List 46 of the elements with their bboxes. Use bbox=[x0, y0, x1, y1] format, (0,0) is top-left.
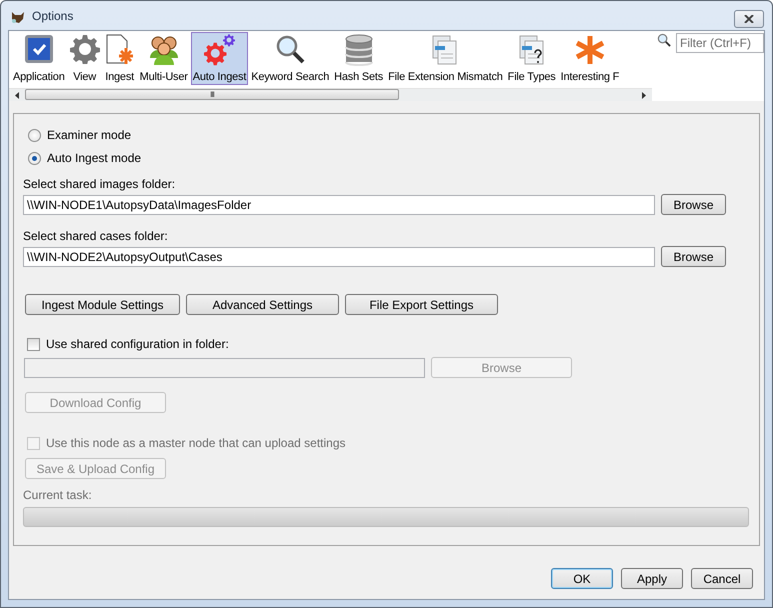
field-label: Select shared images folder: bbox=[23, 177, 176, 191]
folder-field[interactable]: \\WIN-NODE2\AutopsyOutput\Cases bbox=[23, 246, 655, 266]
scroll-right-icon[interactable] bbox=[642, 92, 646, 98]
browse-button[interactable]: Browse bbox=[661, 194, 726, 215]
category-tab[interactable]: Application bbox=[11, 32, 67, 85]
folder-field[interactable]: \\WIN-NODE1\AutopsyData\ImagesFolder bbox=[23, 194, 655, 214]
dialog-button[interactable]: Apply bbox=[621, 568, 683, 589]
checkbox-label: Use this node as a master node that can upload settings bbox=[46, 436, 346, 450]
settings-button[interactable]: Advanced Settings bbox=[186, 294, 339, 315]
scroll-left-icon[interactable] bbox=[15, 92, 19, 98]
checkbox-monitor-icon bbox=[24, 34, 54, 64]
task-label: Current task: bbox=[23, 488, 92, 502]
settings-button[interactable]: Ingest Module Settings bbox=[25, 294, 180, 315]
field-label: Select shared cases folder: bbox=[23, 229, 168, 243]
category-tab[interactable]: Auto Ingest bbox=[190, 32, 248, 85]
settings-button[interactable]: File Export Settings bbox=[345, 294, 498, 315]
radio-label: Examiner mode bbox=[47, 128, 132, 142]
category-tab[interactable]: Multi-User bbox=[138, 32, 190, 85]
window-title: Options bbox=[32, 8, 74, 22]
filter-field[interactable]: Filter (Ctrl+F) bbox=[676, 33, 764, 53]
search-icon bbox=[275, 34, 306, 64]
checkbox-label: Use shared configuration in folder: bbox=[46, 337, 229, 351]
radio-button[interactable] bbox=[28, 152, 41, 164]
close-button[interactable] bbox=[734, 10, 764, 28]
dialog-button[interactable]: OK bbox=[551, 568, 613, 589]
users-icon bbox=[148, 34, 180, 66]
category-tab[interactable]: Ingest bbox=[102, 32, 137, 85]
scrollbar-thumb[interactable]: III bbox=[25, 89, 399, 100]
category-tab[interactable]: Keyword Search bbox=[249, 32, 332, 85]
document-asterisk-icon bbox=[104, 34, 135, 66]
category-tab[interactable]: View bbox=[68, 32, 102, 85]
dialog-button[interactable]: Cancel bbox=[691, 568, 753, 589]
category-tab[interactable]: File Types bbox=[506, 32, 558, 85]
category-tab[interactable]: Interesting F bbox=[558, 32, 622, 85]
checkbox[interactable] bbox=[27, 338, 40, 350]
radio-button[interactable] bbox=[28, 128, 41, 142]
category-tab[interactable]: File Extension Mismatch bbox=[386, 32, 505, 85]
asterisk-icon bbox=[574, 34, 606, 66]
close-icon bbox=[744, 14, 754, 22]
radio-label: Auto Ingest mode bbox=[47, 151, 142, 165]
browse-button[interactable]: Browse bbox=[661, 246, 726, 267]
gear-icon bbox=[70, 34, 100, 64]
search-icon bbox=[657, 33, 671, 47]
gears-icon bbox=[202, 34, 236, 66]
database-icon bbox=[344, 34, 374, 66]
category-tab[interactable]: Hash Sets bbox=[332, 32, 386, 85]
